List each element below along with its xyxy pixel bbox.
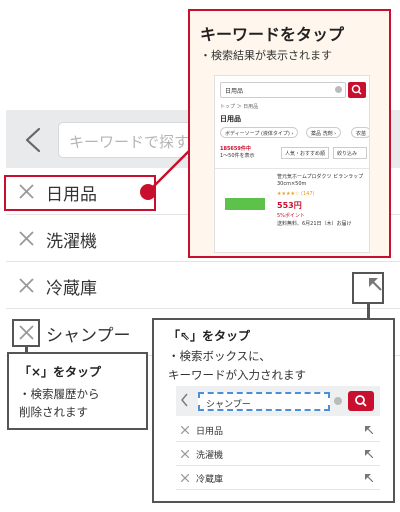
close-x-icon[interactable] <box>19 231 34 246</box>
preview-history-item: 日用品 <box>176 418 380 442</box>
callout-title: 「×」をタップ <box>19 365 102 379</box>
product-name: 笹元気ホームプロダクツ ピランラップ 30cm×50m <box>277 174 364 187</box>
filled-search-preview: シャンプー 日用品 洗濯機 冷蔵庫 <box>176 386 380 490</box>
close-x-icon <box>181 474 189 482</box>
clear-circle-icon <box>335 86 342 93</box>
filter-button: 絞り込み <box>333 147 367 159</box>
connector-line <box>367 302 370 319</box>
product-image <box>225 198 265 210</box>
preview-search-input: シャンプー <box>198 392 330 411</box>
history-item-label[interactable]: 洗濯機 <box>46 227 97 252</box>
arrow-up-left-icon <box>365 474 373 482</box>
close-x-icon <box>181 426 189 434</box>
product-price: 553円 <box>277 201 302 210</box>
search-results-preview: 日用品 トップ ＞ 日用品 日用品 ボディーソープ (液体タイプ) › 薬品 洗… <box>214 75 370 253</box>
result-count: 185659件中 1〜50件を表示 <box>220 146 255 159</box>
divider <box>215 168 369 169</box>
preview-history-item: 冷蔵庫 <box>176 466 380 490</box>
preview-search-input: 日用品 <box>220 82 346 98</box>
breadcrumb: トップ ＞ 日用品 <box>220 104 259 110</box>
results-heading: 日用品 <box>220 115 241 123</box>
product-shipping: 送料無料、6月21日（木）お届け <box>277 221 352 227</box>
close-x-icon <box>181 450 189 458</box>
history-item-label[interactable]: シャンプー <box>46 321 131 346</box>
highlight-dot <box>140 184 156 200</box>
callout-x-tap: 「×」をタップ ・検索履歴から 削除されます <box>7 352 148 430</box>
chevron-left-icon[interactable] <box>22 126 44 154</box>
callout-description: ・検索結果が表示されます <box>200 49 332 62</box>
search-button <box>348 391 374 411</box>
clear-circle-icon <box>334 397 342 405</box>
chevron-left-icon <box>181 393 188 407</box>
product-points: 5%ポイント <box>277 213 305 219</box>
close-x-icon[interactable] <box>19 278 34 293</box>
callout-title: 「⇖」をタップ <box>168 329 251 343</box>
history-item-label[interactable]: 冷蔵庫 <box>46 274 97 299</box>
search-button <box>348 82 366 98</box>
product-rating: ★★★★☆ (147) <box>277 191 315 197</box>
callout-arrow-tap: 「⇖」をタップ ・検索ボックスに、 キーワードが入力されます シャンプー 日用品… <box>152 318 395 503</box>
search-icon <box>351 84 362 95</box>
highlight-arrow-icon <box>352 272 384 304</box>
highlight-keyword-row <box>4 175 156 211</box>
preview-history-item: 洗濯機 <box>176 442 380 466</box>
history-item-2[interactable]: 冷蔵庫 <box>6 262 400 309</box>
search-icon <box>355 395 367 407</box>
arrow-up-left-icon <box>365 426 373 434</box>
callout-description: ・検索ボックスに、 キーワードが入力されます <box>168 349 306 382</box>
category-chip: 薬品 洗剤 › <box>306 127 342 138</box>
category-chip: 衣苗 <box>351 127 369 138</box>
callout-title: キーワードをタップ <box>200 25 345 44</box>
arrow-up-left-icon <box>365 450 373 458</box>
highlight-x-icon <box>12 319 40 347</box>
callout-description: ・検索履歴から 削除されます <box>19 387 100 419</box>
category-chip: ボディーソープ (液体タイプ) › <box>220 127 299 138</box>
sort-select: 人気・おすすめ順 <box>281 147 329 159</box>
callout-keyword-tap: キーワードをタップ ・検索結果が表示されます 日用品 トップ ＞ 日用品 日用品… <box>188 9 391 258</box>
